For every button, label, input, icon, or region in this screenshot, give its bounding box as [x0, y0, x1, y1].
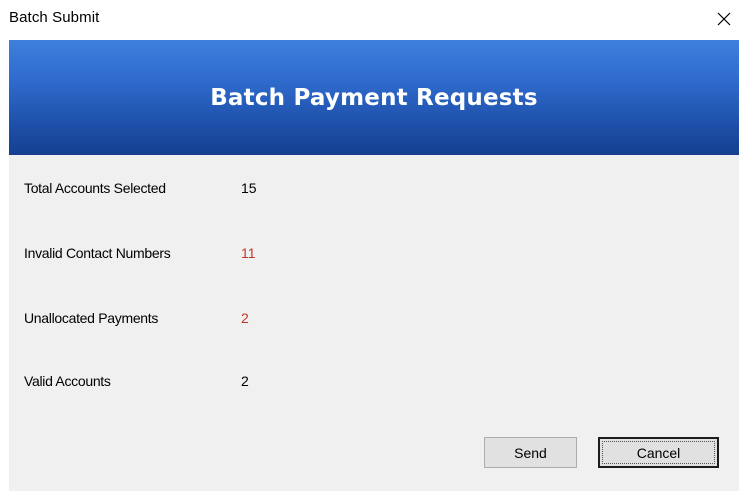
total-accounts-value: 15 — [241, 180, 257, 196]
invalid-contacts-label: Invalid Contact Numbers — [24, 245, 171, 261]
header-banner: Batch Payment Requests — [9, 40, 739, 155]
unallocated-payments-value: 2 — [241, 310, 249, 326]
unallocated-payments-label: Unallocated Payments — [24, 310, 159, 326]
banner-title: Batch Payment Requests — [210, 84, 538, 111]
valid-accounts-value: 2 — [241, 373, 249, 389]
close-button[interactable] — [709, 4, 739, 34]
cancel-button[interactable]: Cancel — [598, 437, 719, 468]
invalid-contacts-value: 11 — [241, 245, 256, 261]
valid-accounts-label: Valid Accounts — [24, 373, 111, 389]
cancel-button-label: Cancel — [636, 444, 681, 461]
window-title: Batch Submit — [9, 9, 100, 26]
close-icon — [717, 12, 731, 26]
title-bar: Batch Submit — [0, 0, 739, 40]
batch-submit-window: Batch Submit Batch Payment Requests Tota… — [0, 0, 739, 491]
total-accounts-label: Total Accounts Selected — [24, 180, 166, 196]
summary-panel: Total Accounts Selected 15 Invalid Conta… — [9, 155, 739, 491]
send-button[interactable]: Send — [484, 437, 577, 468]
